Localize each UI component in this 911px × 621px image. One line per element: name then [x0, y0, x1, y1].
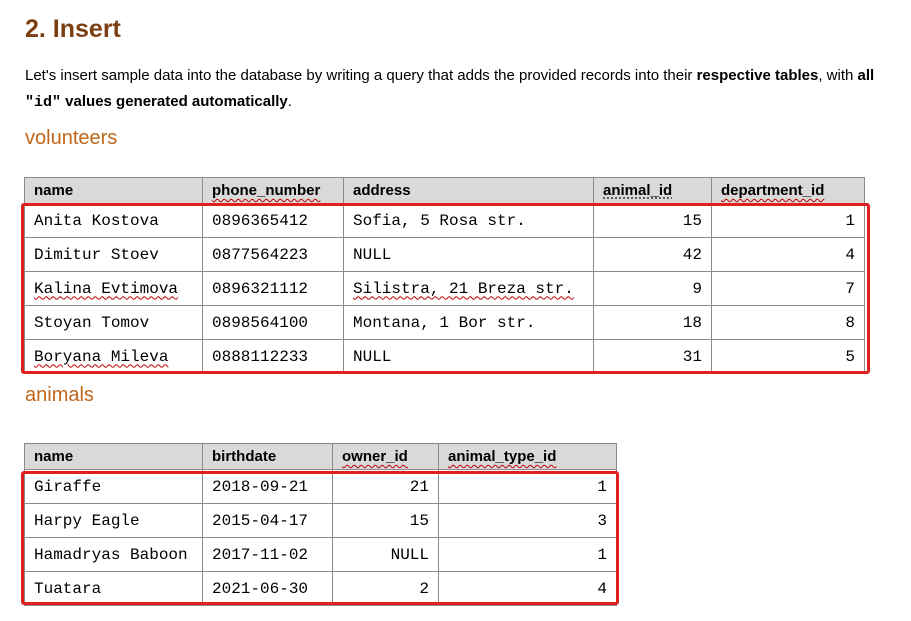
table-header-row: name phone_number address animal_id depa…: [24, 177, 865, 204]
volunteers-section-title: volunteers: [25, 127, 118, 149]
volunteers-rows-highlight: [21, 203, 870, 374]
intro-text-1: Let's insert sample data into the databa…: [25, 67, 697, 84]
column-header-name: name: [24, 177, 203, 204]
animals-section-title: animals: [25, 384, 94, 406]
intro-bold-2b: values generated automatically: [61, 93, 288, 110]
column-header-label: animal_type_id: [448, 448, 557, 465]
intro-paragraph: Let's insert sample data into the databa…: [25, 63, 885, 116]
column-header-label: phone_number: [212, 182, 321, 199]
column-header-owner-id: owner_id: [332, 443, 439, 470]
intro-bold-2a: all: [857, 67, 875, 84]
column-header-animal-type-id: animal_type_id: [438, 443, 617, 470]
page-heading: 2. Insert: [25, 15, 121, 43]
intro-bold-1: respective tables: [696, 67, 819, 84]
column-header-animal-id: animal_id: [593, 177, 712, 204]
column-header-label: owner_id: [342, 448, 408, 465]
column-header-label: animal_id: [603, 182, 673, 199]
intro-text-3: .: [287, 93, 292, 110]
intro-code-id: "id": [25, 94, 62, 111]
column-header-name: name: [24, 443, 203, 470]
column-header-phone-number: phone_number: [202, 177, 344, 204]
column-header-label: department_id: [721, 182, 825, 199]
column-header-address: address: [343, 177, 594, 204]
intro-text-2: , with: [818, 67, 858, 84]
column-header-birthdate: birthdate: [202, 443, 333, 470]
table-header-row: name birthdate owner_id animal_type_id: [24, 443, 617, 470]
column-header-department-id: department_id: [711, 177, 865, 204]
animals-rows-highlight: [21, 471, 619, 605]
